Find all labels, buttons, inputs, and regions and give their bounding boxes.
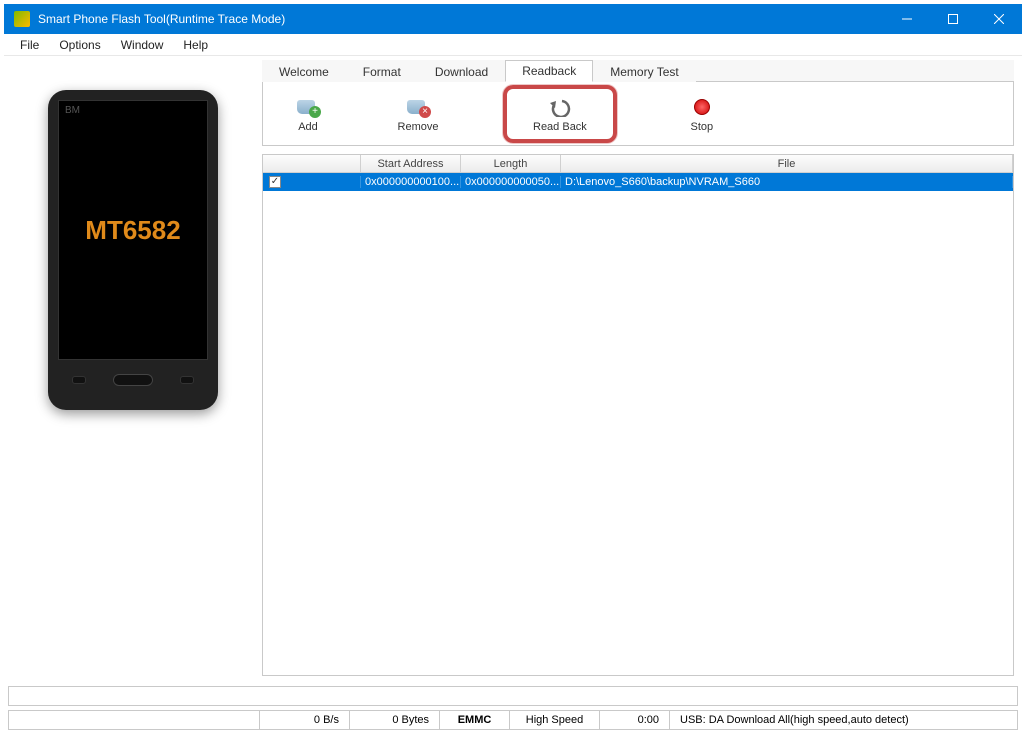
phone-back-key [180, 376, 194, 384]
menu-options[interactable]: Options [49, 36, 110, 54]
app-icon [14, 11, 30, 27]
status-storage: EMMC [439, 711, 509, 729]
row-length: 0x000000000050... [461, 176, 561, 188]
phone-screen: BM MT6582 [58, 100, 208, 360]
titlebar: Smart Phone Flash Tool(Runtime Trace Mod… [4, 4, 1022, 34]
tab-format[interactable]: Format [346, 61, 418, 82]
minimize-button[interactable] [884, 4, 930, 34]
tab-welcome[interactable]: Welcome [262, 61, 346, 82]
tab-download[interactable]: Download [418, 61, 505, 82]
phone-menu-key [72, 376, 86, 384]
row-file: D:\Lenovo_S660\backup\NVRAM_S660 [561, 176, 1013, 188]
readback-icon [548, 95, 572, 119]
menu-file[interactable]: File [10, 36, 49, 54]
row-checkbox[interactable]: ✓ [269, 176, 281, 188]
remove-label: Remove [398, 121, 439, 133]
stop-button[interactable]: Stop [677, 95, 727, 133]
col-checkbox[interactable] [263, 155, 361, 172]
col-file[interactable]: File [561, 155, 1013, 172]
maximize-icon [948, 14, 958, 24]
close-button[interactable] [976, 4, 1022, 34]
status-bar: 0 B/s 0 Bytes EMMC High Speed 0:00 USB: … [8, 710, 1018, 730]
device-preview-pane: BM MT6582 [8, 60, 258, 676]
maximize-button[interactable] [930, 4, 976, 34]
menubar: File Options Window Help [4, 34, 1022, 56]
readback-label: Read Back [533, 121, 587, 133]
toolbar: + Add × Remove Read Back [262, 82, 1014, 146]
tab-readback[interactable]: Readback [505, 60, 593, 82]
status-time: 0:00 [599, 711, 669, 729]
add-icon: + [296, 95, 320, 119]
window-title: Smart Phone Flash Tool(Runtime Trace Mod… [38, 12, 884, 26]
remove-icon: × [406, 95, 430, 119]
remove-button[interactable]: × Remove [393, 95, 443, 133]
status-speed: 0 B/s [259, 711, 349, 729]
col-length[interactable]: Length [461, 155, 561, 172]
status-bytes: 0 Bytes [349, 711, 439, 729]
phone-mockup: BM MT6582 [48, 90, 218, 410]
readback-button[interactable]: Read Back [503, 85, 617, 143]
phone-brand-label: BM [65, 105, 80, 116]
row-start-address: 0x000000000100... [361, 176, 461, 188]
col-start-address[interactable]: Start Address [361, 155, 461, 172]
row-checkbox-cell[interactable]: ✓ [263, 176, 361, 188]
menu-window[interactable]: Window [111, 36, 174, 54]
menu-help[interactable]: Help [173, 36, 218, 54]
readback-table: Start Address Length File ✓ 0x0000000001… [262, 154, 1014, 676]
phone-chip-label: MT6582 [85, 215, 180, 246]
stop-icon [690, 95, 714, 119]
status-usb: USB: DA Download All(high speed,auto det… [669, 711, 1017, 729]
close-icon [994, 14, 1004, 24]
status-mode: High Speed [509, 711, 599, 729]
add-label: Add [298, 121, 318, 133]
minimize-icon [902, 14, 912, 24]
table-row[interactable]: ✓ 0x000000000100... 0x000000000050... D:… [263, 173, 1013, 191]
progress-bar [8, 686, 1018, 706]
tab-bar: Welcome Format Download Readback Memory … [262, 60, 1014, 82]
phone-home-key [113, 374, 153, 386]
stop-label: Stop [690, 121, 713, 133]
tab-memory-test[interactable]: Memory Test [593, 61, 695, 82]
table-header: Start Address Length File [263, 155, 1013, 173]
add-button[interactable]: + Add [283, 95, 333, 133]
